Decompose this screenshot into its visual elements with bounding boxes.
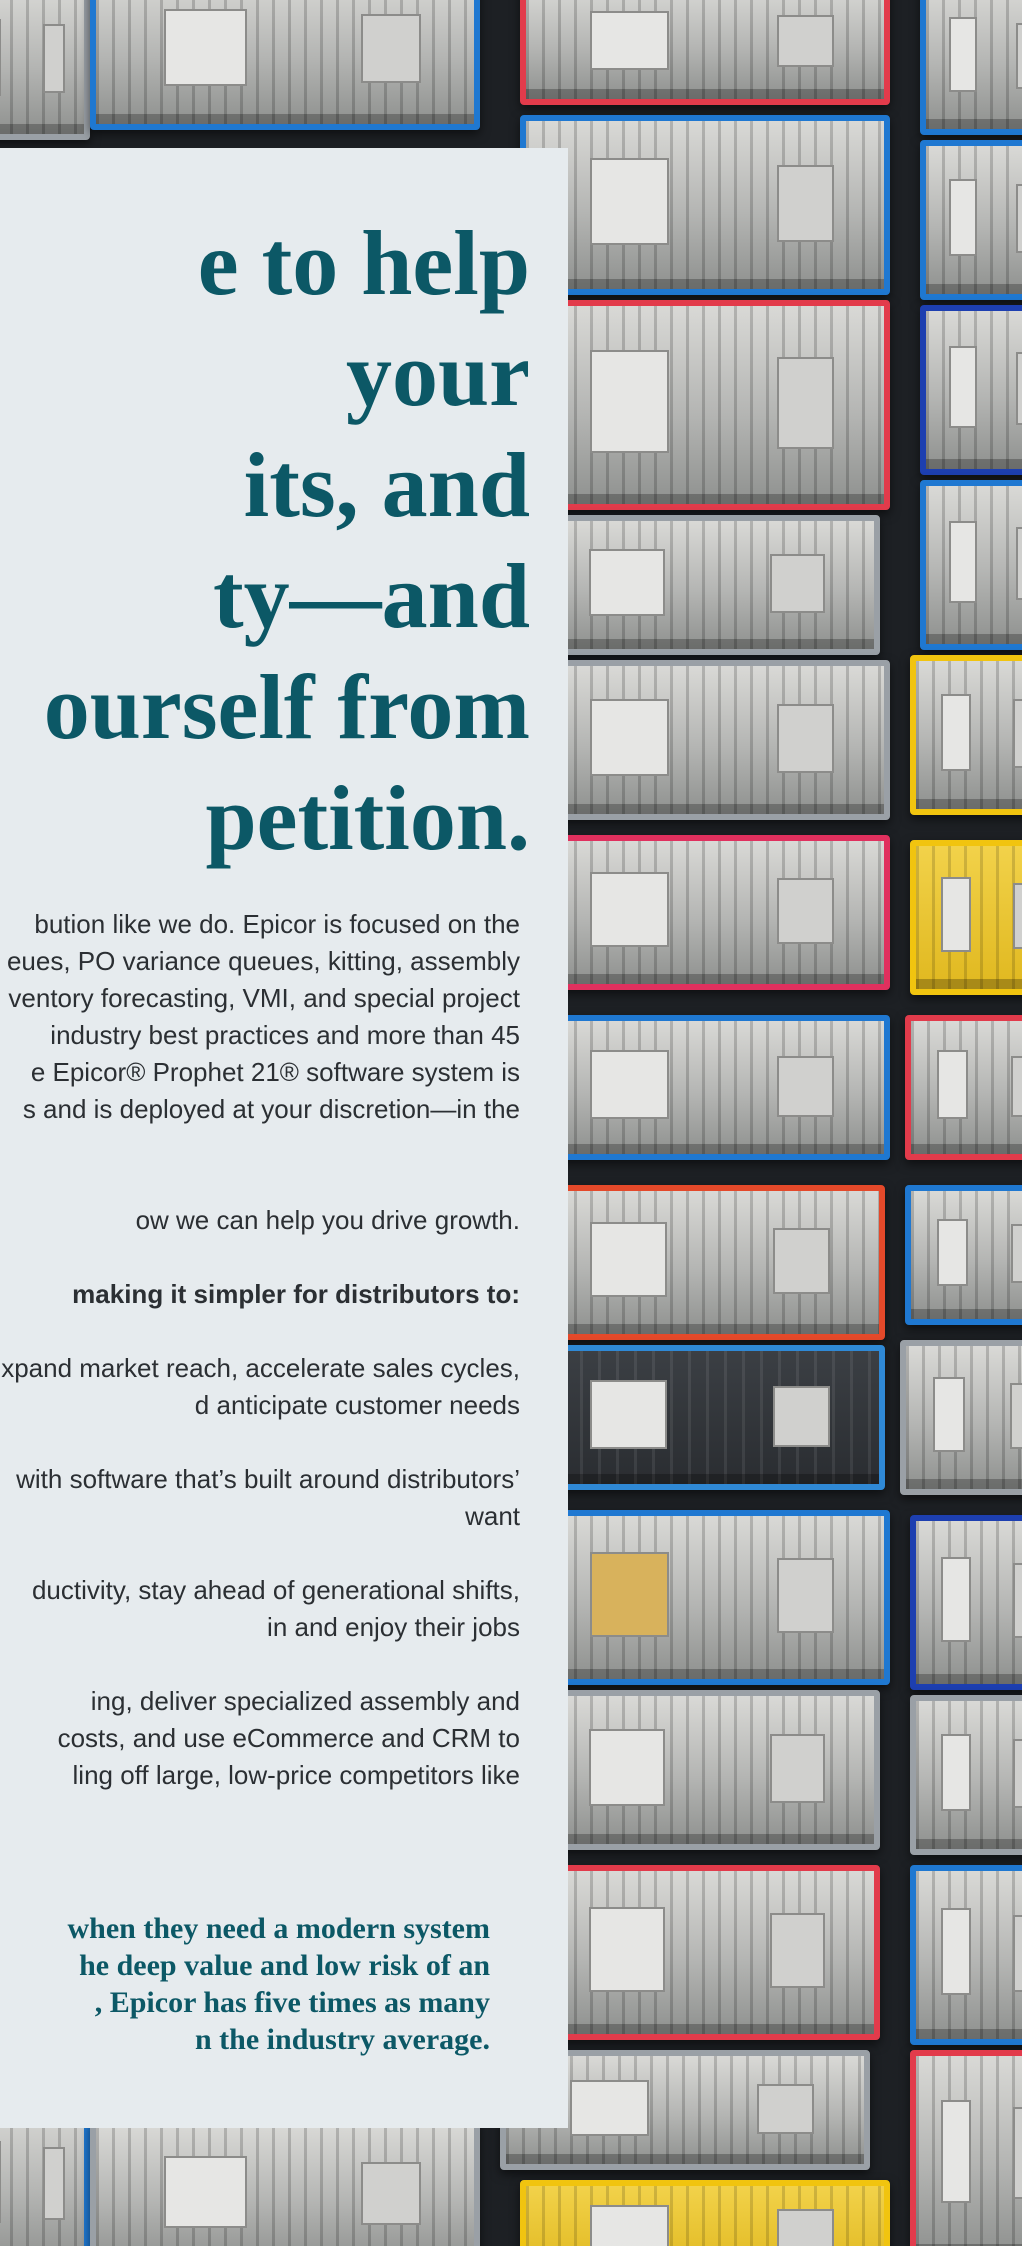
list-item-line: d anticipate customer needs bbox=[194, 1390, 520, 1420]
closing-line: when they need a modern system bbox=[67, 1912, 490, 1945]
intro-line: s and is deployed at your discretion—in … bbox=[22, 1094, 520, 1124]
benefits-list: xpand market reach, accelerate sales cyc… bbox=[0, 1350, 520, 1831]
list-item: ing, deliver specialized assembly and co… bbox=[0, 1683, 520, 1794]
closing-line: , Epicor has five times as many bbox=[94, 1986, 490, 2019]
list-item-line: xpand market reach, accelerate sales cyc… bbox=[1, 1353, 520, 1383]
call-to-action-text: ow we can help you drive growth. bbox=[135, 1205, 520, 1235]
headline-line: your bbox=[346, 323, 530, 425]
list-item-line: ing, deliver specialized assembly and bbox=[90, 1686, 520, 1716]
intro-line: bution like we do. Epicor is focused on … bbox=[34, 909, 520, 939]
intro-line: industry best practices and more than 45 bbox=[50, 1020, 520, 1050]
headline-line: petition. bbox=[205, 767, 530, 869]
list-item-line: in and enjoy their jobs bbox=[267, 1612, 520, 1642]
headline-line: ourself from bbox=[43, 656, 530, 758]
content-panel: e to help your its, and ty—and ourself f… bbox=[0, 148, 568, 2128]
closing-line: n the industry average. bbox=[195, 2023, 490, 2056]
list-item-line: with software that’s built around distri… bbox=[16, 1464, 520, 1494]
headline-line: e to help bbox=[197, 212, 530, 314]
list-item-line: costs, and use eCommerce and CRM to bbox=[57, 1723, 520, 1753]
closing-statement: when they need a modern system he deep v… bbox=[0, 1910, 490, 2058]
list-item: with software that’s built around distri… bbox=[0, 1461, 520, 1535]
list-item: xpand market reach, accelerate sales cyc… bbox=[0, 1350, 520, 1424]
list-item-line: want bbox=[465, 1501, 520, 1531]
intro-line: ventory forecasting, VMI, and special pr… bbox=[8, 983, 520, 1013]
list-item-line: ling off large, low-price competitors li… bbox=[72, 1760, 520, 1790]
list-item: ductivity, stay ahead of generational sh… bbox=[0, 1572, 520, 1646]
intro-line: e Epicor® Prophet 21® software system is bbox=[30, 1057, 520, 1087]
list-lead-in: making it simpler for distributors to: bbox=[72, 1279, 520, 1309]
headline: e to help your its, and ty—and ourself f… bbox=[0, 208, 530, 874]
intro-paragraph: bution like we do. Epicor is focused on … bbox=[0, 906, 520, 1128]
closing-line: he deep value and low risk of an bbox=[79, 1949, 490, 1982]
list-item-line: ductivity, stay ahead of generational sh… bbox=[31, 1575, 520, 1605]
headline-line: its, and bbox=[243, 434, 530, 536]
headline-line: ty—and bbox=[213, 545, 530, 647]
intro-line: eues, PO variance queues, kitting, assem… bbox=[6, 946, 520, 976]
